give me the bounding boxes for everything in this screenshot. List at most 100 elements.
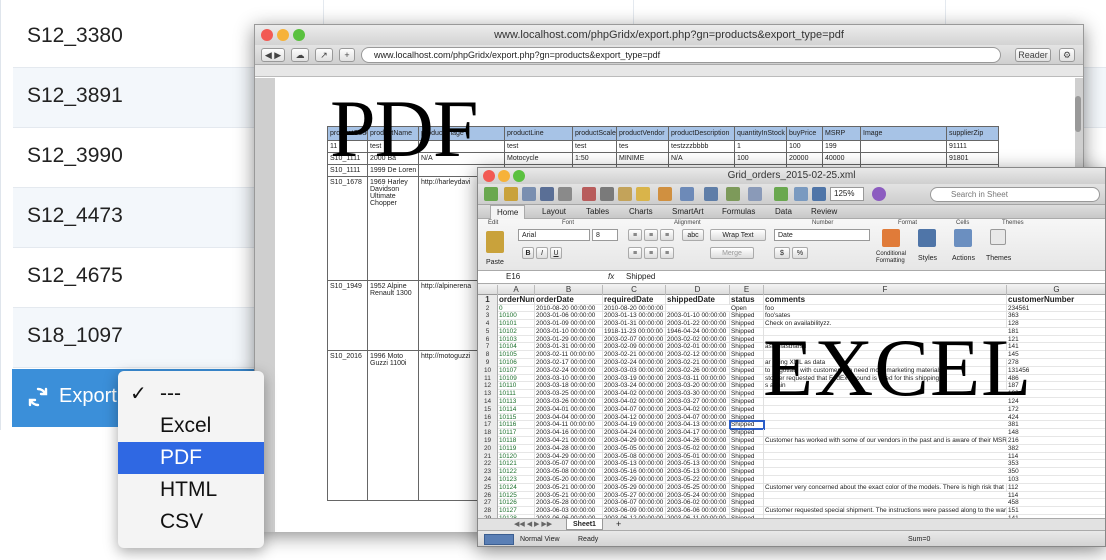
cell[interactable]: Shipped	[730, 390, 764, 399]
cell[interactable]: 2003-04-12 00:00:00	[603, 413, 666, 422]
add-tab-button[interactable]: +	[339, 48, 355, 62]
table-row[interactable]: 18 10117 2003-04-16 00:00:00 2003-04-24 00:…	[478, 429, 1105, 438]
row-number[interactable]: 21	[478, 452, 498, 461]
cell[interactable]: 2003-06-06 00:00:00	[666, 507, 730, 516]
cell[interactable]: 353	[1007, 460, 1105, 468]
cell[interactable]: 2003-04-07 00:00:00	[603, 405, 666, 414]
redo-icon[interactable]	[680, 187, 694, 201]
cell[interactable]: 10113	[498, 398, 535, 406]
align-middle-button[interactable]: ≡	[644, 229, 658, 241]
toolbox-icon[interactable]	[812, 187, 826, 201]
cell[interactable]: 2003-05-22 00:00:00	[666, 476, 730, 484]
cell[interactable]: 2003-01-10 00:00:00	[535, 327, 603, 336]
cell[interactable]: Shipped	[730, 359, 764, 367]
row-number[interactable]: 7	[478, 343, 498, 352]
italic-button[interactable]: I	[536, 247, 548, 259]
percent-button[interactable]: %	[792, 247, 808, 259]
cell[interactable]: 10127	[498, 507, 535, 516]
row-number[interactable]: 9	[478, 359, 498, 367]
row-number[interactable]: 5	[478, 327, 498, 336]
cell[interactable]: 2003-04-17 00:00:00	[666, 429, 730, 438]
cell[interactable]: 2003-05-13 00:00:00	[666, 460, 730, 469]
cell[interactable]: 114	[1007, 453, 1105, 461]
row-number[interactable]: 26	[478, 491, 498, 500]
zoom-window-button[interactable]	[513, 170, 525, 182]
format-painter-icon[interactable]	[636, 187, 650, 201]
menu-item-html[interactable]: HTML	[118, 474, 264, 506]
cell[interactable]: requiredDate	[603, 295, 666, 305]
cell[interactable]: 2003-01-09 00:00:00	[535, 320, 603, 328]
cell[interactable]: 2003-04-26 00:00:00	[666, 437, 730, 445]
cell[interactable]: 2003-04-28 00:00:00	[535, 444, 603, 453]
cell[interactable]: 10104	[498, 343, 535, 352]
cell[interactable]: 10122	[498, 468, 535, 477]
cell[interactable]: Shipped	[730, 444, 764, 453]
save-icon[interactable]	[540, 187, 554, 201]
cell[interactable]: Shipped	[730, 429, 764, 438]
cell[interactable]: 2003-02-21 00:00:00	[666, 359, 730, 367]
column-header-e[interactable]: E	[730, 285, 764, 295]
minimize-window-button[interactable]	[498, 170, 510, 182]
cell[interactable]: foo'sates	[764, 312, 1007, 321]
cell[interactable]: 2003-03-20 00:00:00	[666, 382, 730, 391]
cell[interactable]: 10121	[498, 460, 535, 469]
row-number[interactable]: 20	[478, 444, 498, 453]
align-bottom-button[interactable]: ≡	[660, 229, 674, 241]
column-header-f[interactable]: F	[764, 285, 1007, 295]
cell[interactable]: 2003-02-01 00:00:00	[666, 343, 730, 352]
cell[interactable]: 2003-03-11 00:00:00	[666, 374, 730, 383]
name-box[interactable]: E16	[506, 271, 520, 283]
cell[interactable]: 10126	[498, 499, 535, 508]
cell[interactable]: 2003-05-02 00:00:00	[666, 444, 730, 453]
tab-data[interactable]: Data	[775, 205, 792, 219]
row-number[interactable]: 28	[478, 507, 498, 516]
pdf-window-titlebar[interactable]: www.localhost.com/phpGridx/export.php?gn…	[255, 25, 1083, 45]
column-header-a[interactable]: A	[498, 285, 535, 295]
row-number[interactable]: 11	[478, 374, 498, 383]
row-number[interactable]: 24	[478, 476, 498, 484]
cell[interactable]: 2003-05-21 00:00:00	[535, 483, 603, 492]
styles-icon[interactable]	[918, 229, 936, 247]
cell[interactable]: Shipped	[730, 483, 764, 492]
cell[interactable]: 10124	[498, 483, 535, 492]
table-row[interactable]: 23 10122 2003-05-08 00:00:00 2003-05-16 00:…	[478, 468, 1105, 477]
cell[interactable]: 2003-05-05 00:00:00	[603, 444, 666, 453]
scrollbar[interactable]	[1075, 96, 1081, 132]
zoom-select[interactable]: 125%	[830, 187, 864, 201]
cell[interactable]: status	[730, 295, 764, 305]
bold-button[interactable]: B	[522, 247, 534, 259]
cell[interactable]: 10123	[498, 476, 535, 484]
cell[interactable]: 10101	[498, 320, 535, 328]
row-number[interactable]: 13	[478, 390, 498, 399]
cell[interactable]: 2003-05-01 00:00:00	[666, 452, 730, 461]
cell[interactable]: Shipped	[730, 320, 764, 328]
cell[interactable]: Shipped	[730, 398, 764, 406]
cell[interactable]: 2003-02-11 00:00:00	[535, 351, 603, 360]
row-number[interactable]: 19	[478, 437, 498, 445]
cell[interactable]: 2003-06-09 00:00:00	[603, 507, 666, 516]
cell[interactable]: 382	[1007, 445, 1105, 453]
cell[interactable]: Customer very concerned about the exact …	[764, 483, 1007, 492]
cell[interactable]: 10117	[498, 429, 535, 438]
select-all-corner[interactable]	[478, 285, 498, 295]
cell[interactable]: 2003-04-29 00:00:00	[535, 452, 603, 461]
cell[interactable]: 2003-05-24 00:00:00	[666, 491, 730, 500]
cell[interactable]: 2003-04-04 00:00:00	[535, 413, 603, 422]
close-window-button[interactable]	[483, 170, 495, 182]
print-icon[interactable]	[558, 187, 572, 201]
cell[interactable]: Shipped	[729, 420, 765, 431]
cell[interactable]: customerNumber	[1007, 295, 1105, 305]
cell[interactable]: 2003-05-08 00:00:00	[603, 452, 666, 461]
cell[interactable]: 2003-06-03 00:00:00	[535, 507, 603, 516]
new-workbook-icon[interactable]	[484, 187, 498, 201]
table-row[interactable]: 19 10118 2003-04-21 00:00:00 2003-04-29 00:…	[478, 437, 1105, 445]
cell[interactable]: orderNumb	[498, 295, 535, 305]
cell[interactable]: Shipped	[730, 507, 764, 516]
cell[interactable]: 2003-06-02 00:00:00	[666, 499, 730, 508]
cell[interactable]: foo	[764, 304, 1007, 313]
cell[interactable]: 363	[1007, 312, 1105, 320]
cell[interactable]: 2003-05-16 00:00:00	[603, 468, 666, 477]
number-format-select[interactable]: Date	[774, 229, 870, 241]
cell[interactable]: Shipped	[730, 405, 764, 414]
excel-titlebar[interactable]: Grid_orders_2015-02-25.xml	[478, 168, 1105, 184]
